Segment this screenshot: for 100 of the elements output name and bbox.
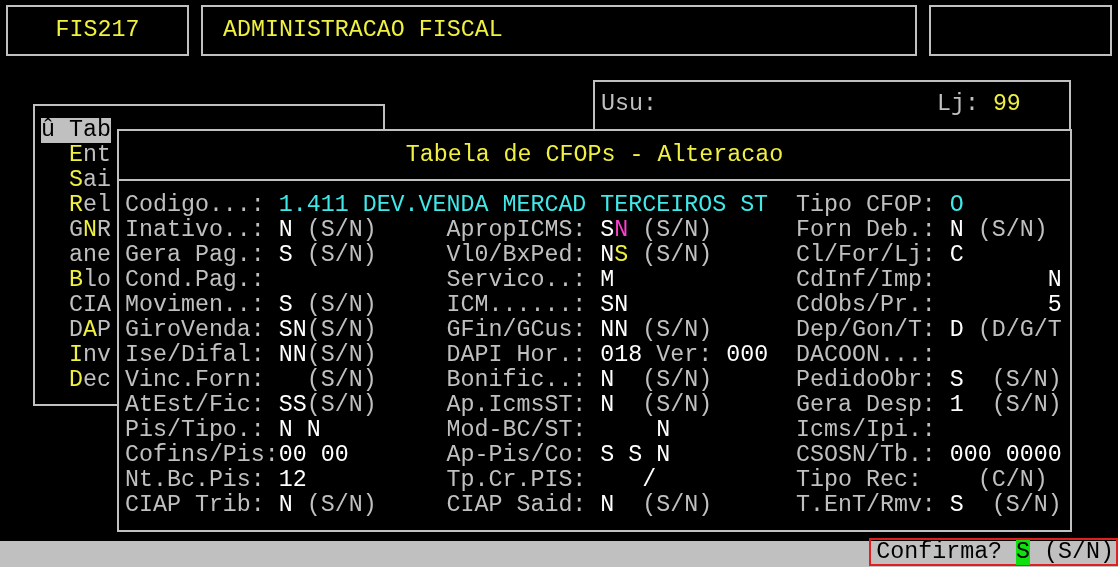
field-hint: (S/N) <box>641 368 713 393</box>
field-value: / <box>641 468 657 493</box>
field-hint: (C/N) <box>976 468 1048 493</box>
field-label: Icms/Ipi.: <box>796 418 937 443</box>
field-label: ApropICMS: <box>446 218 588 243</box>
field-value: N <box>614 218 629 243</box>
field-label: GFin/GCus: <box>446 318 588 343</box>
field-value: N <box>655 418 671 443</box>
field-hint: (S/N) <box>305 293 377 318</box>
field-value: NN <box>278 343 307 368</box>
field-label: Servico..: <box>446 268 588 293</box>
menu-item[interactable]: Blo <box>41 268 111 293</box>
field-hint: (S/N) <box>976 218 1048 243</box>
field-label: Inativo..: <box>125 218 266 243</box>
field-value: N <box>600 393 615 418</box>
answer-field[interactable]: S <box>1016 539 1031 565</box>
field-value: S <box>278 243 293 268</box>
menu-item[interactable]: CIA <box>41 293 111 318</box>
field-label: CdInf/Imp: <box>796 268 937 293</box>
field-label: Tipo CFOP: <box>796 193 937 218</box>
field-value: NN <box>600 318 629 343</box>
field-hint: (S/N) <box>306 343 377 368</box>
field-value: 018 <box>600 343 643 368</box>
field-value: N <box>600 243 615 268</box>
field-label: Bonific..: <box>446 368 588 393</box>
field-value: N <box>600 368 615 393</box>
field-value: D <box>949 318 964 343</box>
field-label: DACOON...: <box>796 343 937 368</box>
menu-item[interactable]: DAP <box>41 318 111 343</box>
field-label: Gera Desp: <box>796 393 937 418</box>
field-label: Vinc.Forn: <box>125 368 266 393</box>
menu-item[interactable]: ane <box>41 243 111 268</box>
field-label: Cofins/Pis: <box>125 443 279 468</box>
field-value: N <box>278 493 293 518</box>
field-label: Pis/Tipo.: <box>125 418 266 443</box>
field-value: 1 <box>949 393 964 418</box>
field-value: O <box>949 193 964 218</box>
field-hint: (S/N) <box>305 493 377 518</box>
field-hint: (S/N) <box>305 218 377 243</box>
menu-item[interactable]: Rel <box>41 193 111 218</box>
field-hint: (S/N) <box>641 218 713 243</box>
field-hint: (S/N) <box>641 493 713 518</box>
field-label: CdObs/Pr.: <box>796 293 937 318</box>
field-label: Vl0/BxPed: <box>446 243 588 268</box>
field-label: Ap-Pis/Co: <box>446 443 588 468</box>
field-value: SN <box>600 293 629 318</box>
field-label: Ap.IcmsST: <box>446 393 588 418</box>
field-label: DAPI Hor.: <box>446 343 588 368</box>
field-hint: (S/N) <box>305 243 377 268</box>
field-value: S <box>949 493 964 518</box>
field-label: Codigo...: <box>125 193 266 218</box>
field-hint: (S/N) <box>990 368 1062 393</box>
menu-item[interactable]: Dec <box>41 368 111 393</box>
menu-item[interactable]: GNR <box>41 218 111 243</box>
store-value: 99 <box>992 92 1021 117</box>
field-label: PedidoObr: <box>796 368 937 393</box>
field-label: CIAP Said: <box>446 493 588 518</box>
dialog-title: Tabela de CFOPs - Alteracao <box>405 142 784 168</box>
field-label: Ise/Difal: <box>125 343 266 368</box>
field-label: GiroVenda: <box>125 318 266 343</box>
field-value: 00 00 <box>278 443 349 468</box>
field-value: 12 <box>278 468 307 493</box>
field-label: ICM......: <box>446 293 588 318</box>
field-label: Nt.Bc.Pis: <box>125 468 266 493</box>
field-value: 000 0000 <box>949 443 1062 468</box>
field-label: Movimen..: <box>125 293 266 318</box>
field-hint: (S/N) <box>641 243 713 268</box>
user-label: Usu: <box>601 92 657 117</box>
field-label: CSOSN/Tb.: <box>796 443 937 468</box>
field-value: 000 <box>726 343 769 368</box>
field-value: S S N <box>600 443 671 468</box>
field-hint: (S/N) <box>990 393 1062 418</box>
field-label: Mod-BC/ST: <box>446 418 588 443</box>
field-value: 5 <box>1046 293 1062 318</box>
field-value: M <box>600 268 615 293</box>
field-value: S <box>614 243 629 268</box>
field-value: N <box>600 493 615 518</box>
field-label: Cl/For/Lj: <box>796 243 937 268</box>
field-value: N N <box>278 418 321 443</box>
menu-item[interactable]: Ent <box>41 143 111 168</box>
field-value: 1.411 DEV.VENDA MERCAD TERCEIROS ST <box>278 193 769 218</box>
menu-item[interactable]: û Tab <box>41 118 111 143</box>
field-value: SN <box>278 318 307 343</box>
menu-item[interactable]: Inv <box>41 343 111 368</box>
field-label: Tp.Cr.PIS: <box>446 468 588 493</box>
field-hint: (S/N) <box>306 318 377 343</box>
field-hint: (S/N) <box>641 393 713 418</box>
field-label: Gera Pag.: <box>125 243 266 268</box>
field-value: N <box>1046 268 1062 293</box>
field-hint: (S/N) <box>306 393 377 418</box>
store-label: Lj: <box>936 92 979 117</box>
field-label: AtEst/Fic: <box>125 393 266 418</box>
field-value: N <box>278 218 293 243</box>
program-code: FIS217 <box>55 18 140 43</box>
menu-item[interactable]: Sai <box>41 168 111 193</box>
answer-hint: (S/N) <box>1044 539 1114 565</box>
field-hint: (S/N) <box>305 368 377 393</box>
field-label: T.EnT/Rmv: <box>796 493 937 518</box>
field-label: Dep/Gon/T: <box>796 318 937 343</box>
prompt-text: Confirma? <box>876 539 1003 565</box>
